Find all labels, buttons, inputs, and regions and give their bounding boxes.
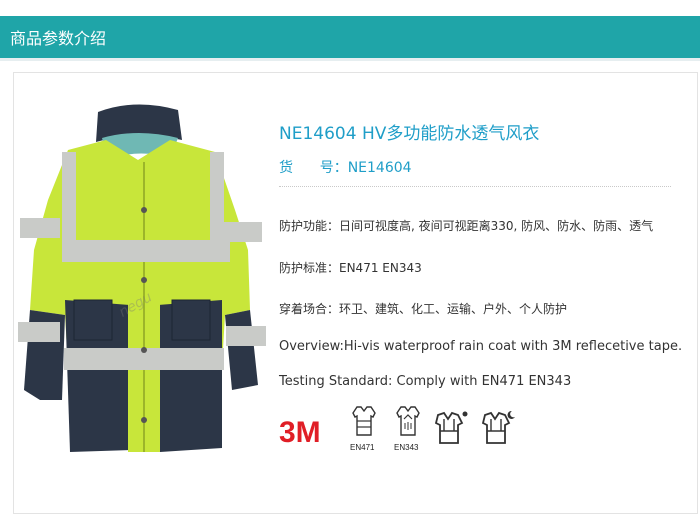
- en343-icon: [396, 406, 420, 436]
- section-title: 商品参数介绍: [10, 29, 107, 48]
- testing-standard: Testing Standard: Comply with EN471 EN34…: [279, 374, 572, 389]
- sku-label: 货 号：: [279, 160, 348, 176]
- divider: [279, 186, 671, 187]
- 3m-logo: 3M: [279, 416, 321, 445]
- product-title: NE14604 HV多功能防水透气风衣: [279, 124, 540, 144]
- en343-label: EN343: [394, 443, 419, 452]
- protection-standard: 防护标准：EN471 EN343: [279, 261, 422, 275]
- product-sku: 货 号：NE14604: [279, 157, 412, 177]
- protection-function: 防护功能：日间可视度高, 夜间可视距离330, 防风、防水、防雨、透气: [279, 219, 654, 233]
- day-visibility-icon: [434, 411, 468, 444]
- jacket-image: [18, 104, 266, 452]
- en471-icon: [352, 406, 376, 436]
- section-header: 商品参数介绍: [0, 16, 700, 58]
- wearing-occasion: 穿着场合：环卫、建筑、化工、运输、户外、个人防护: [279, 302, 568, 316]
- header-divider: [0, 58, 700, 61]
- night-visibility-icon: [481, 410, 515, 444]
- certification-logos: 3M EN471 EN343: [279, 405, 529, 455]
- svg-text:3M: 3M: [279, 416, 321, 445]
- sku-value: NE14604: [347, 160, 412, 176]
- en471-label: EN471: [350, 443, 375, 452]
- overview-text: Overview:Hi-vis waterproof rain coat wit…: [279, 339, 683, 354]
